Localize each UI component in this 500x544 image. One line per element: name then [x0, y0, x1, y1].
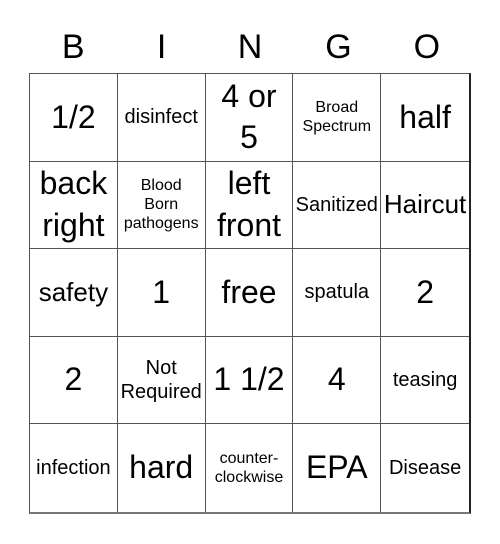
header-letter-i: I — [156, 28, 167, 66]
bingo-cell[interactable]: Broad Spectrum — [293, 74, 382, 162]
bingo-cell[interactable]: safety — [30, 249, 118, 337]
bingo-cell[interactable]: 1 1/2 — [205, 336, 294, 425]
bingo-cell[interactable]: infection — [30, 424, 118, 512]
bingo-cell[interactable]: 4 — [293, 336, 382, 425]
bingo-cell[interactable]: teasing — [381, 337, 469, 425]
header-letter-g: G — [325, 28, 352, 66]
bingo-header: B I N G O — [29, 22, 471, 72]
bingo-cell[interactable]: Sanitized — [293, 161, 382, 250]
bingo-cell[interactable]: EPA — [293, 424, 382, 512]
bingo-cell[interactable]: hard — [118, 424, 206, 512]
header-letter-b: B — [61, 28, 85, 66]
bingo-cell[interactable]: 2 — [30, 336, 118, 425]
bingo-cell[interactable]: 4 or 5 — [205, 74, 294, 162]
bingo-cell[interactable]: Not Required — [117, 336, 206, 425]
bingo-cell[interactable]: spatula — [293, 249, 382, 337]
bingo-cell[interactable]: left front — [205, 161, 294, 250]
header-letter-n: N — [237, 28, 263, 66]
bingo-cell[interactable]: 2 — [381, 249, 469, 337]
header-letter-o: O — [413, 28, 441, 66]
bingo-card-grid: 1/2 disinfect 4 or 5 Broad Spectrum half back ri… — [29, 73, 471, 514]
bingo-cell[interactable]: 1/2 — [30, 74, 118, 162]
bingo-cell[interactable]: Disease — [381, 424, 469, 512]
bingo-cell[interactable]: Haircut — [381, 162, 469, 250]
bingo-cell[interactable]: Blood Born pathogens — [117, 161, 206, 250]
bingo-cell[interactable]: back right — [30, 161, 118, 250]
bingo-cell[interactable]: counter-clockwise — [206, 424, 294, 512]
bingo-cell[interactable]: half — [381, 74, 469, 162]
bingo-cell[interactable]: disinfect — [117, 74, 206, 162]
bingo-cell[interactable]: 1 — [117, 249, 206, 337]
bingo-cell[interactable]: free — [205, 249, 294, 337]
